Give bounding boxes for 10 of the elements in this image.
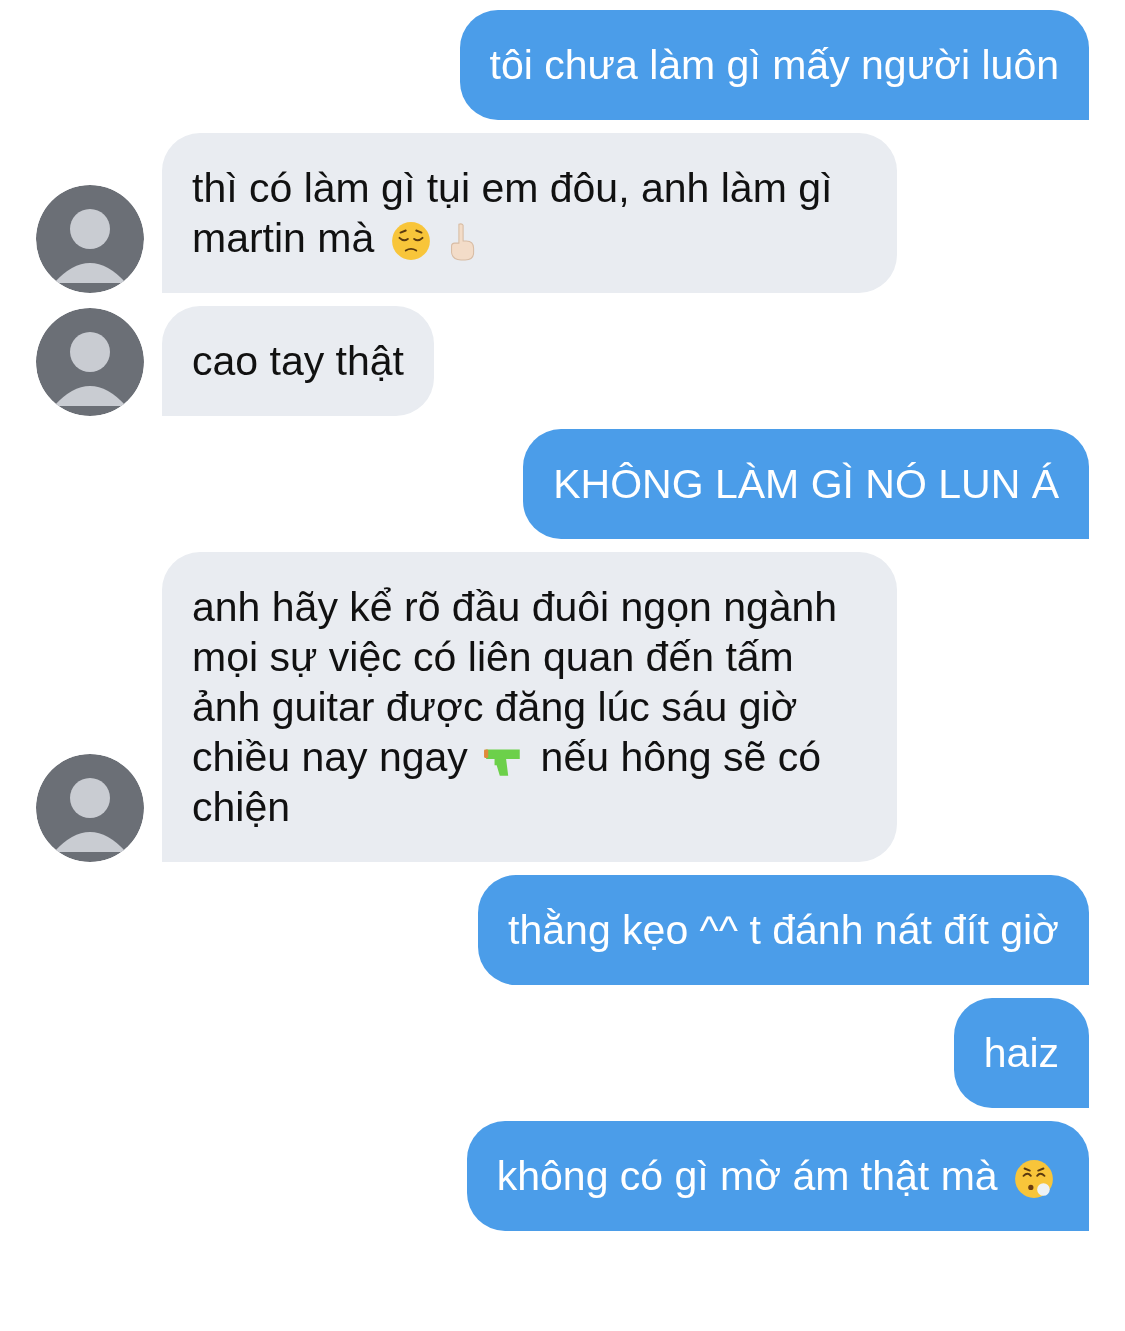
message-text: cao tay thật bbox=[192, 337, 404, 386]
message-text: thì có làm gì tụi em đôu, anh làm gì martin mà bbox=[192, 164, 834, 263]
message-text: thằng kẹo ^^ t đánh nát đít giờ bbox=[508, 906, 1059, 955]
message-text: KHÔNG LÀM GÌ NÓ LUN Á bbox=[553, 460, 1059, 509]
message-text: không có gì mờ ám thật mà bbox=[496, 1151, 1059, 1201]
exhaling-face-icon bbox=[1013, 1158, 1055, 1201]
message-text: haiz bbox=[983, 1029, 1059, 1078]
pensive-face-icon bbox=[389, 220, 432, 263]
message-text: anh hãy kể rõ đầu đuôi ngọn ngành mọi sự việc có liên quan đến tấm ảnh guitar được đăng lúc sáu giờ chiều nay ngay nếu hông sẽ có chiện bbox=[192, 583, 839, 832]
message-text: tôi chưa làm gì mấy người luôn bbox=[489, 41, 1059, 90]
